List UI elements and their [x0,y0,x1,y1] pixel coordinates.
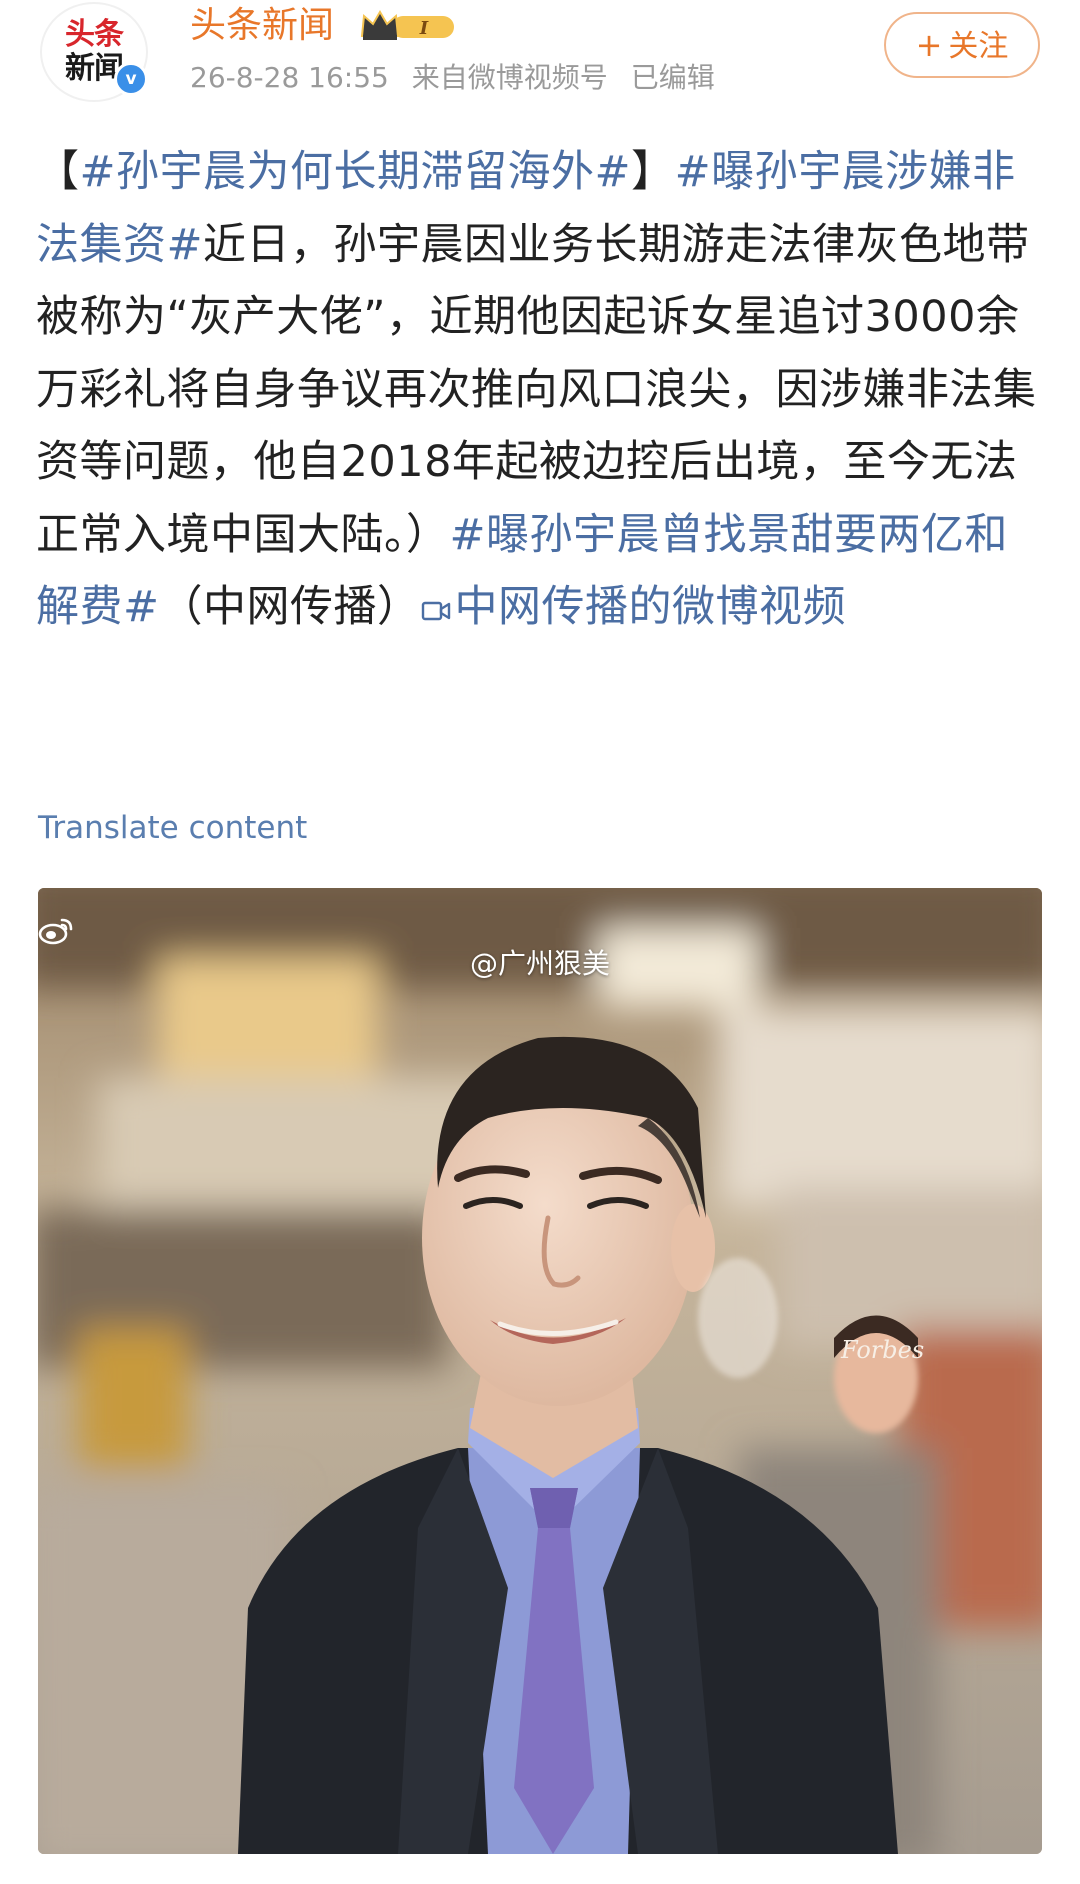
video-link-label: 中网传播的微博视频 [454,582,847,632]
avatar-text-line1: 头条 [65,17,124,52]
post-timestamp: 26-8-28 16:55 [190,61,389,94]
video-camera-icon [421,601,450,621]
follow-button-label: 关注 [948,29,1009,64]
username[interactable]: 头条新闻 [190,4,334,48]
weibo-logo-icon [38,918,73,945]
bottom-edge [0,1860,1080,1884]
video-watermark: @广州狠美 [38,916,1042,982]
follow-button[interactable]: + 关注 [884,12,1040,78]
post-meta: 26-8-28 16:55 来自微博视频号 已编辑 [190,60,729,96]
member-crown-icon[interactable]: I [358,8,458,44]
post-header: 头条 新闻 v 头条新闻 I 26-8-28 16:55 来自微博视频号 已编辑… [0,0,1080,110]
video-thumbnail[interactable]: Forbes @广州狠美 [38,888,1042,1854]
post-text-bracket-open: 【 [36,147,80,197]
magazine-title-text: Forbes [840,1336,924,1364]
video-watermark-text: @广州狠美 [469,947,610,980]
video-frame-image: Forbes [38,888,1042,1854]
post-text-body: 近日，孙宇晨因业务长期游走法律灰色地带被称为“灰产大佬”，近期他因起诉女星追讨3… [36,219,1037,560]
post-source[interactable]: 来自微博视频号 [412,61,608,94]
video-link[interactable]: 中网传播的微博视频 [421,582,847,632]
translate-content-link[interactable]: Translate content [38,808,307,848]
post-text-bracket-close: 】 [631,147,675,197]
post-edited-label[interactable]: 已编辑 [631,61,715,94]
avatar[interactable]: 头条 新闻 v [40,2,148,102]
plus-icon: + [915,26,943,64]
hashtag-link[interactable]: #孙宇晨为何长期滞留海外# [80,147,632,197]
post-body: 【#孙宇晨为何长期滞留海外#】#曝孙宇晨涉嫌非法集资#近日，孙宇晨因业务长期游走… [36,136,1046,644]
member-level-text: I [419,18,429,39]
verified-badge-icon: v [114,62,148,96]
post-text-source: （中网传播） [159,582,421,632]
